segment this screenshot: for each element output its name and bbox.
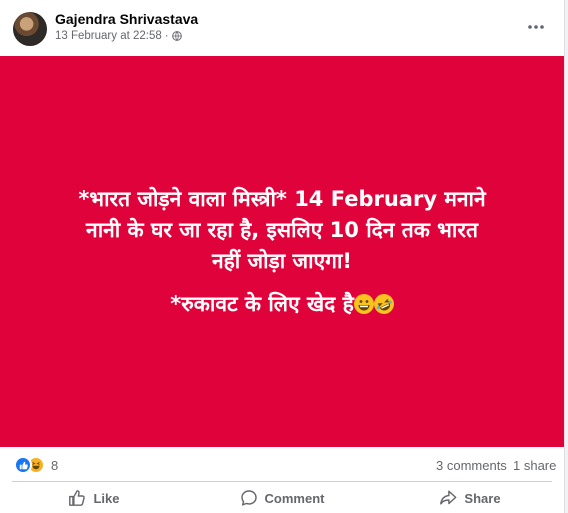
share-label: Share [464, 490, 501, 506]
shares-count[interactable]: 1 share [513, 458, 556, 473]
grinning-face-emoji [353, 293, 374, 314]
reactions-summary[interactable]: 8 [14, 456, 58, 474]
comment-label: Comment [264, 490, 325, 506]
like-reaction-icon [14, 456, 32, 474]
post-meta: 13 February at 22:58 · [55, 30, 182, 42]
post-text-banner: *भारत जोड़ने वाला मिस्त्री* 14 February … [0, 56, 564, 447]
like-icon [69, 490, 86, 506]
banner-line-4-text: *रुकावट के लिए खेद है [170, 291, 354, 316]
post-actions: Like Comment Share [0, 483, 564, 513]
timestamp[interactable]: 13 February at 22:58 [55, 30, 162, 42]
comment-button[interactable]: Comment [188, 483, 376, 513]
share-button[interactable]: Share [376, 483, 564, 513]
rolling-laughing-emoji [370, 290, 398, 317]
share-icon [440, 490, 457, 505]
divider [12, 481, 552, 482]
more-options-icon[interactable] [525, 16, 547, 38]
like-button[interactable]: Like [0, 483, 188, 513]
post-card: Gajendra Shrivastava 13 February at 22:5… [0, 0, 565, 513]
post-stats: 8 3 comments 1 share [0, 447, 564, 481]
banner-line-4: *रुकावट के लिए खेद है [170, 289, 398, 320]
avatar[interactable] [13, 12, 47, 46]
post-header: Gajendra Shrivastava 13 February at 22:5… [0, 0, 564, 56]
comments-count[interactable]: 3 comments [436, 458, 507, 473]
banner-line-3: नहीं जोड़ा जाएगा! [211, 248, 353, 273]
banner-line-2: नानी के घर जा रहा है, इसलिए 10 दिन तक भा… [86, 217, 478, 242]
meta-separator: · [164, 30, 169, 42]
globe-icon[interactable] [171, 31, 182, 41]
comment-icon [240, 490, 257, 506]
like-label: Like [93, 490, 120, 506]
reaction-count: 8 [51, 457, 59, 473]
author-name[interactable]: Gajendra Shrivastava [55, 11, 198, 27]
banner-line-1: *भारत जोड़ने वाला मिस्त्री* 14 February … [78, 186, 486, 211]
